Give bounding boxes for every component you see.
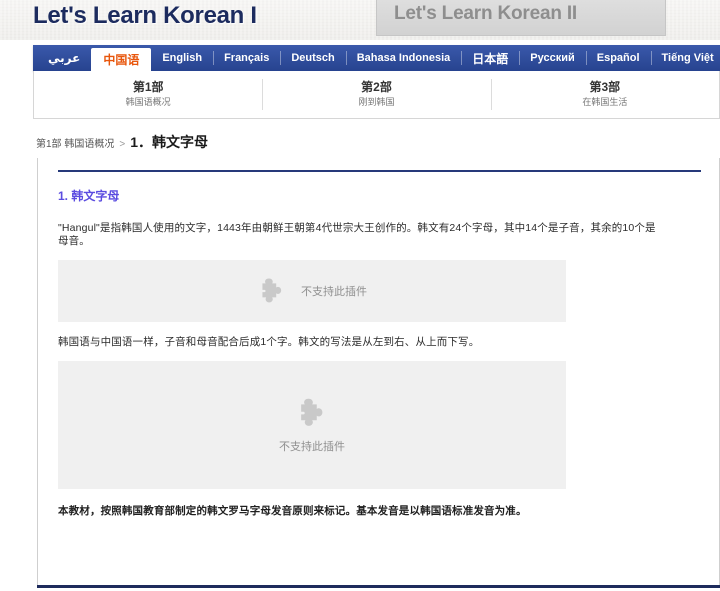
puzzle-piece-icon — [301, 398, 323, 426]
language-item-es[interactable]: Español — [585, 45, 651, 71]
spacer-a — [58, 322, 701, 336]
language-item-vi[interactable]: Tiếng Việt — [650, 45, 720, 71]
plugin-placeholder-1[interactable]: 不支持此插件 — [58, 260, 566, 322]
lesson-paragraph-1: "Hangul"是指韩国人使用的文字，1443年由朝鲜王朝第4代世宗大王创作的。… — [58, 222, 656, 247]
course-part-3-title: 第3部 — [589, 80, 621, 94]
site-tab-korean-2-label: Let's Learn Korean II — [394, 3, 577, 24]
language-item-en[interactable]: English — [151, 45, 213, 71]
language-item-ja[interactable]: 日本語 — [461, 45, 519, 71]
panel-top-divider — [58, 170, 701, 172]
course-parts-nav: 第1部 韩国语概况 第2部 刚到韩国 第3部 在韩国生活 — [33, 71, 720, 119]
breadcrumb-current: 1．韩文字母 — [130, 134, 208, 150]
plugin-placeholder-1-label: 不支持此插件 — [301, 286, 367, 298]
puzzle-piece-icon — [262, 278, 282, 303]
page-title: 1. 韩文字母 — [58, 189, 120, 203]
language-item-ru[interactable]: Русский — [519, 45, 585, 71]
course-part-3[interactable]: 第3部在韩国生活 — [490, 71, 719, 118]
breadcrumb-parent[interactable]: 第1部 韩国语概况 — [36, 135, 114, 150]
breadcrumb: 第1部 韩国语概况 > 1．韩文字母 — [36, 132, 208, 152]
course-part-2-subtitle: 刚到韩国 — [358, 97, 395, 107]
language-item-de[interactable]: Deutsch — [280, 45, 345, 71]
content-panel: 1. 韩文字母 "Hangul"是指韩国人使用的文字，1443年由朝鲜王朝第4代… — [37, 158, 720, 585]
course-part-1-subtitle: 韩国语概况 — [125, 97, 171, 107]
lesson-paragraph-3: 本教材，按照韩国教育部制定的韩文罗马字母发音原则来标记。基本发音是以韩国语标准发… — [58, 505, 527, 517]
course-part-1[interactable]: 第1部韩国语概况 — [34, 71, 262, 118]
plugin-placeholder-2[interactable]: 不支持此插件 — [58, 361, 566, 489]
site-title-korean-1[interactable]: Let's Learn Korean I — [33, 2, 257, 30]
panel-bottom-divider — [37, 585, 720, 588]
course-part-2-title: 第2部 — [361, 80, 392, 94]
language-nav: عربي 中国语 English Français Deutsch Bahasa Indo… — [33, 45, 720, 71]
language-nav-list: عربي 中国语 English Français Deutsch Bahasa Indo… — [33, 45, 720, 71]
course-part-1-title: 第1部 — [132, 80, 164, 94]
language-item-id[interactable]: Bahasa Indonesia — [345, 45, 462, 71]
course-part-3-subtitle: 在韩国生活 — [582, 97, 628, 107]
language-item-ar[interactable]: عربي — [37, 45, 91, 71]
top-banner: Let's Learn Korean I Let's Learn Korean … — [0, 0, 720, 40]
spacer-b — [58, 489, 701, 505]
language-item-zh[interactable]: 中国语 — [91, 48, 152, 71]
plugin-placeholder-2-label: 不支持此插件 — [279, 441, 345, 453]
lesson-paragraph-2: 韩国语与中国语一样，子音和母音配合后成1个字。韩文的写法是从左到右、从上而下写。 — [58, 336, 480, 348]
breadcrumb-separator: > — [119, 139, 126, 150]
site-tab-korean-2[interactable]: Let's Learn Korean II — [376, 0, 666, 36]
lesson-content: 1. 韩文字母 "Hangul"是指韩国人使用的文字，1443年由朝鲜王朝第4代… — [58, 188, 701, 518]
course-part-2[interactable]: 第2部刚到韩国 — [262, 71, 490, 118]
language-item-fr[interactable]: Français — [213, 45, 280, 71]
